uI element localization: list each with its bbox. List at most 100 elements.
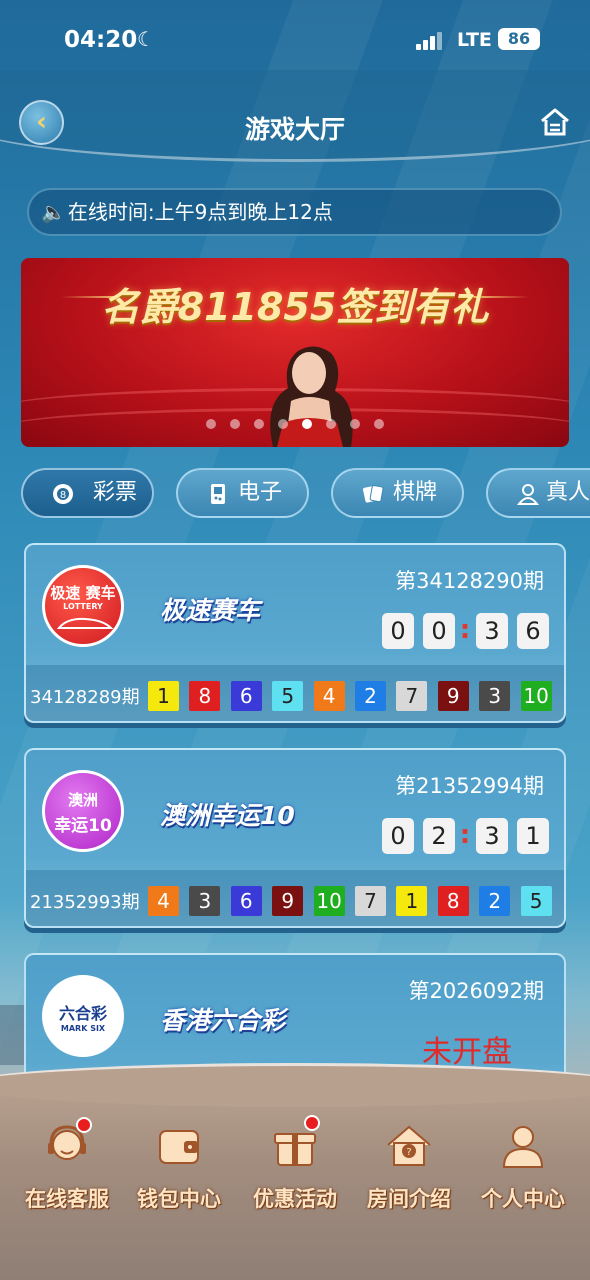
logo-text: 六合彩 xyxy=(58,1004,107,1023)
result-ball: 8 xyxy=(437,886,469,916)
nav-label: 在线客服 xyxy=(25,1187,109,1211)
svg-text:8: 8 xyxy=(60,490,66,501)
result-ball: 1 xyxy=(396,886,428,916)
tab-lottery[interactable]: 8 彩票 xyxy=(21,468,154,518)
game-card-speed-racing[interactable]: 极速 赛车 LOTTERY 极速赛车 第34128290期 0 0 : 3 6 … xyxy=(24,543,566,723)
tab-live[interactable]: 真人 xyxy=(486,468,590,518)
wallet-icon xyxy=(159,1130,199,1164)
notice-bar: 🔈 在线时间:上午9点到晚上12点 xyxy=(27,188,562,236)
svg-text:?: ? xyxy=(406,1147,411,1158)
logo-subtext: MARK SIX xyxy=(60,1024,106,1033)
result-ball: 10 xyxy=(520,681,552,711)
tab-label: 彩票 xyxy=(93,480,138,505)
cards-icon xyxy=(363,485,384,503)
tab-electronic[interactable]: 电子 xyxy=(176,468,309,518)
banner-pagination xyxy=(21,419,569,429)
countdown-timer: 0 0 : 3 6 xyxy=(382,613,550,649)
nav-profile[interactable]: 个人中心 xyxy=(468,1115,578,1215)
app-header: ‹ 游戏大厅 xyxy=(0,70,590,170)
tab-chess-cards[interactable]: 棋牌 xyxy=(331,468,464,518)
last-period: 21352993期 xyxy=(30,892,140,913)
result-ball: 2 xyxy=(355,681,386,711)
current-period: 第2026092期 xyxy=(408,979,544,1003)
gamepad-icon xyxy=(211,484,225,504)
logo-subtext: LOTTERY xyxy=(63,602,103,611)
person-icon xyxy=(516,484,540,505)
result-ball: 4 xyxy=(148,886,179,916)
lottery-ball-icon: 8 xyxy=(53,484,73,504)
banner-headline: 名爵811855签到有礼 xyxy=(101,285,489,329)
result-ball: 7 xyxy=(355,886,386,916)
countdown-digit: 0 xyxy=(423,613,455,649)
result-ball: 6 xyxy=(230,681,262,711)
home-icon[interactable] xyxy=(539,106,571,138)
game-name: 香港六合彩 xyxy=(160,1006,286,1035)
notice-text: 在线时间:上午9点到晚上12点 xyxy=(67,200,333,224)
banner-dot[interactable] xyxy=(254,419,264,429)
nav-label: 优惠活动 xyxy=(253,1187,337,1211)
result-ball: 5 xyxy=(520,886,552,916)
nav-promotions[interactable]: 优惠活动 xyxy=(240,1115,350,1215)
page-title: 游戏大厅 xyxy=(244,115,345,144)
countdown-timer: 0 2 : 3 1 xyxy=(382,818,550,854)
result-ball: 1 xyxy=(148,681,179,711)
promo-banner[interactable]: 名爵811855签到有礼 xyxy=(21,258,569,447)
banner-dot[interactable] xyxy=(326,419,336,429)
nav-wallet[interactable]: 钱包中心 xyxy=(124,1115,234,1215)
nav-label: 个人中心 xyxy=(481,1187,565,1211)
result-ball: 3 xyxy=(479,681,511,711)
logo-text: 澳洲 xyxy=(67,791,98,809)
banner-dot[interactable] xyxy=(278,419,288,429)
speaker-icon: 🔈 xyxy=(41,200,66,224)
result-ball: 3 xyxy=(189,886,221,916)
logo-text: 极速 xyxy=(50,584,81,602)
tab-label: 电子 xyxy=(238,480,283,505)
banner-dot[interactable] xyxy=(230,419,240,429)
network-type: LTE xyxy=(457,29,492,51)
nav-room-info[interactable]: ? 房间介绍 xyxy=(354,1115,464,1215)
banner-dot[interactable] xyxy=(206,419,216,429)
banner-dot[interactable] xyxy=(350,419,360,429)
last-draw-row: 21352993期 4 3 6 9 10 7 1 8 2 5 xyxy=(26,870,564,926)
result-ball: 4 xyxy=(313,681,345,711)
tab-label: 真人 xyxy=(546,480,590,505)
status-time: 04:20 xyxy=(64,27,138,53)
current-period: 第34128290期 xyxy=(395,569,544,593)
category-tabs: 8 彩票 电子 棋牌 真人 xyxy=(0,468,590,520)
countdown-digit: 0 xyxy=(382,613,414,649)
game-name: 极速赛车 xyxy=(160,596,261,625)
countdown-digit: 3 xyxy=(476,613,508,649)
countdown-digit: 3 xyxy=(476,818,508,854)
logo-text: 幸运10 xyxy=(54,816,112,836)
battery-icon: 86 xyxy=(498,28,540,50)
result-ball: 9 xyxy=(272,886,304,916)
nav-label: 房间介绍 xyxy=(367,1187,451,1211)
last-period: 34128289期 xyxy=(30,687,140,708)
logo-text: 赛车 xyxy=(85,584,116,602)
nav-label: 钱包中心 xyxy=(137,1187,221,1211)
result-ball: 7 xyxy=(396,681,428,711)
banner-dot-active[interactable] xyxy=(302,419,312,429)
profile-icon xyxy=(502,1126,544,1168)
signal-icon xyxy=(416,32,446,50)
moon-icon: ☾ xyxy=(137,27,155,51)
countdown-digit: 6 xyxy=(517,613,549,649)
nav-customer-service[interactable]: 在线客服 xyxy=(12,1115,122,1215)
result-ball: 5 xyxy=(272,681,304,711)
game-name: 澳洲幸运10 xyxy=(160,801,295,830)
status-bar: 04:20 ☾ LTE 86 xyxy=(0,0,590,80)
banner-dot[interactable] xyxy=(374,419,384,429)
last-draw-row: 34128289期 1 8 6 5 4 2 7 9 3 10 xyxy=(26,665,564,721)
notification-badge xyxy=(76,1117,92,1133)
countdown-digit: 1 xyxy=(517,818,549,854)
speed-racing-logo: 极速 赛车 LOTTERY xyxy=(42,565,124,647)
result-ball: 8 xyxy=(189,681,221,711)
countdown-digit: 0 xyxy=(382,818,414,854)
result-ball: 9 xyxy=(437,681,469,711)
result-ball: 6 xyxy=(230,886,262,916)
banner-model-image xyxy=(270,346,353,447)
room-info-icon: ? xyxy=(387,1125,431,1166)
result-ball: 2 xyxy=(479,886,511,916)
game-card-aus-lucky10[interactable]: 澳洲 幸运10 澳洲幸运10 第21352994期 0 2 : 3 1 2135… xyxy=(24,748,566,928)
mark-six-logo: 六合彩 MARK SIX xyxy=(42,975,124,1057)
